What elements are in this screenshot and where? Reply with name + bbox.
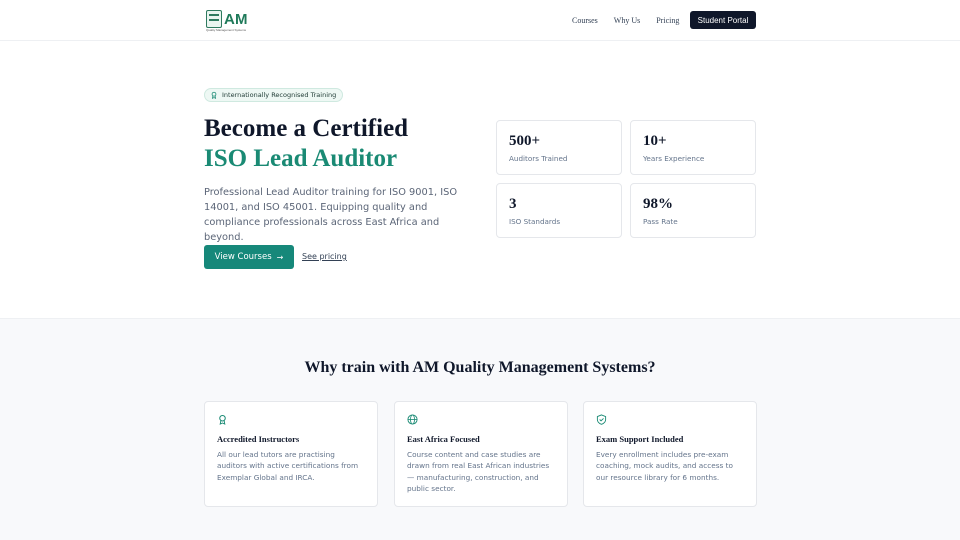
stat-label: Pass Rate [643, 217, 678, 226]
hero-title-line2: ISO Lead Auditor [204, 145, 398, 172]
student-portal-button[interactable]: Student Portal [690, 11, 756, 29]
logo-text: AM [224, 10, 248, 28]
stat-card-standards: 3 ISO Standards [496, 183, 622, 238]
hero-description: Professional Lead Auditor training for I… [204, 187, 458, 243]
view-courses-label: View Courses [214, 252, 272, 262]
feature-card-exam-support: Exam Support Included Every enrollment i… [583, 401, 757, 507]
feature-card-east-africa: East Africa Focused Course content and c… [394, 401, 568, 507]
nav-pricing[interactable]: Pricing [656, 16, 679, 25]
card-title: East Africa Focused [407, 434, 480, 444]
main-nav: Courses Why Us Pricing [572, 11, 695, 29]
stat-label: Auditors Trained [509, 154, 568, 163]
view-courses-button[interactable]: View Courses → [204, 245, 294, 269]
card-title: Exam Support Included [596, 434, 684, 444]
logo-subtitle: Quality Management Systems [206, 28, 247, 32]
see-pricing-link[interactable]: See pricing [302, 252, 347, 261]
why-section: Why train with AM Quality Management Sys… [0, 318, 960, 540]
stat-label: ISO Standards [509, 217, 561, 226]
nav-courses[interactable]: Courses [572, 16, 598, 25]
card-description: Course content and case studies are draw… [407, 450, 550, 494]
logo[interactable]: AM Quality Management Systems [206, 9, 248, 32]
badge-text: Internationally Recognised Training [222, 91, 337, 99]
award-icon [211, 91, 217, 99]
stat-value: 10+ [643, 133, 667, 149]
feature-card-instructors: Accredited Instructors All our lead tuto… [204, 401, 378, 507]
stat-card-pass-rate: 98% Pass Rate [630, 183, 756, 238]
site-header: AM Quality Management Systems Courses Wh… [0, 0, 960, 41]
shield-check-icon [596, 414, 607, 425]
hero-title-line1: Become a Certified [204, 115, 409, 142]
card-description: Every enrollment includes pre-exam coach… [596, 450, 733, 482]
stat-value: 3 [509, 196, 517, 212]
stat-label: Years Experience [643, 154, 705, 163]
logo-mark-icon [206, 10, 222, 28]
why-title: Why train with AM Quality Management Sys… [304, 359, 656, 376]
nav-why-us[interactable]: Why Us [614, 16, 640, 25]
stat-card-auditors: 500+ Auditors Trained [496, 120, 622, 175]
card-title: Accredited Instructors [217, 434, 300, 444]
stat-value: 500+ [509, 133, 541, 149]
stat-card-experience: 10+ Years Experience [630, 120, 756, 175]
stat-value: 98% [643, 196, 673, 212]
globe-icon [407, 414, 418, 425]
award-icon [219, 414, 226, 425]
recognition-badge: Internationally Recognised Training [204, 88, 344, 102]
arrow-right-icon: → [276, 252, 284, 262]
card-description: All our lead tutors are practising audit… [217, 450, 359, 482]
